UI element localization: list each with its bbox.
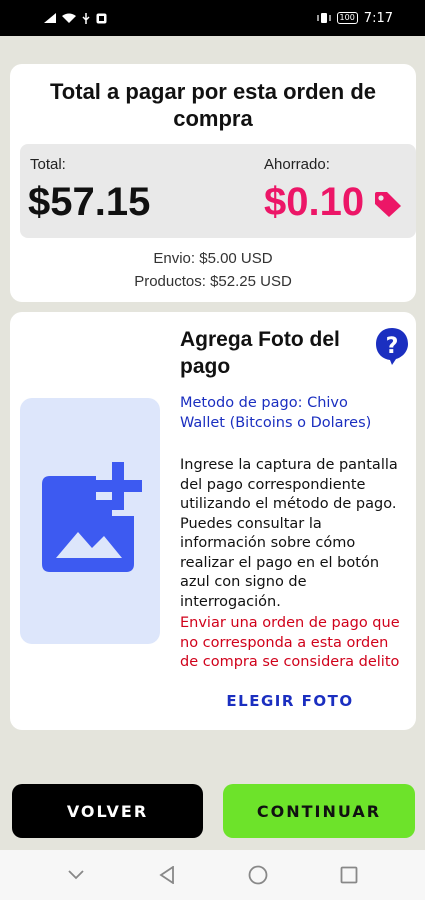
chevron-down-icon — [67, 870, 84, 880]
status-icons-left — [44, 12, 107, 24]
nav-recents-button[interactable] — [329, 855, 369, 895]
products-cost: Productos: $52.25 USD — [134, 273, 292, 290]
continue-button[interactable]: CONTINUAR — [223, 784, 415, 838]
wifi-icon — [62, 13, 76, 23]
payment-method: Metodo de pago: Chivo Wallet (Bitcoins o… — [180, 395, 372, 431]
order-total-title: Total a pagar por esta orden de compra — [50, 79, 376, 131]
shipping-cost: Envio: $5.00 USD — [153, 250, 273, 267]
signal-icon — [44, 13, 56, 23]
clock: 7:17 — [363, 10, 393, 26]
svg-text:?: ? — [386, 334, 399, 359]
total-label: Total: — [30, 156, 66, 173]
usb-icon — [82, 12, 90, 24]
tag-icon — [375, 192, 401, 217]
totals-panel: Total: $57.15 Ahorrado: $0.10 — [20, 144, 416, 238]
photo-instructions: Ingrese la captura de pantalla del pago … — [180, 457, 398, 610]
nav-collapse-button[interactable] — [56, 855, 96, 895]
saved-value: $0.10 — [264, 180, 365, 224]
recents-icon — [340, 866, 358, 884]
help-icon[interactable]: ? — [374, 326, 410, 366]
nav-back-button[interactable] — [147, 855, 187, 895]
vibrate-icon — [316, 13, 331, 23]
notification-icon — [96, 13, 107, 23]
battery-icon: 100 — [336, 12, 358, 24]
nav-home-button[interactable] — [238, 855, 278, 895]
home-icon — [248, 865, 268, 885]
payment-photo-card: Agrega Foto del pago ? Metodo de pago: C… — [10, 312, 416, 730]
add-photo-icon — [42, 462, 142, 572]
status-bar: 100 7:17 — [0, 0, 425, 36]
photo-preview[interactable] — [20, 398, 160, 644]
fraud-warning: Enviar una orden de pago que no correspo… — [180, 615, 400, 670]
system-nav-bar — [0, 850, 425, 900]
status-icons-right: 100 7:17 — [316, 10, 393, 26]
total-value: $57.15 — [28, 180, 151, 224]
photo-section-title: Agrega Foto del pago — [180, 328, 340, 378]
order-total-card: Total a pagar por esta orden de compra T… — [10, 64, 416, 302]
back-icon — [159, 866, 174, 884]
back-button[interactable]: VOLVER — [12, 784, 203, 838]
saved-label: Ahorrado: — [264, 156, 330, 173]
choose-photo-button[interactable]: ELEGIR FOTO — [220, 692, 360, 710]
